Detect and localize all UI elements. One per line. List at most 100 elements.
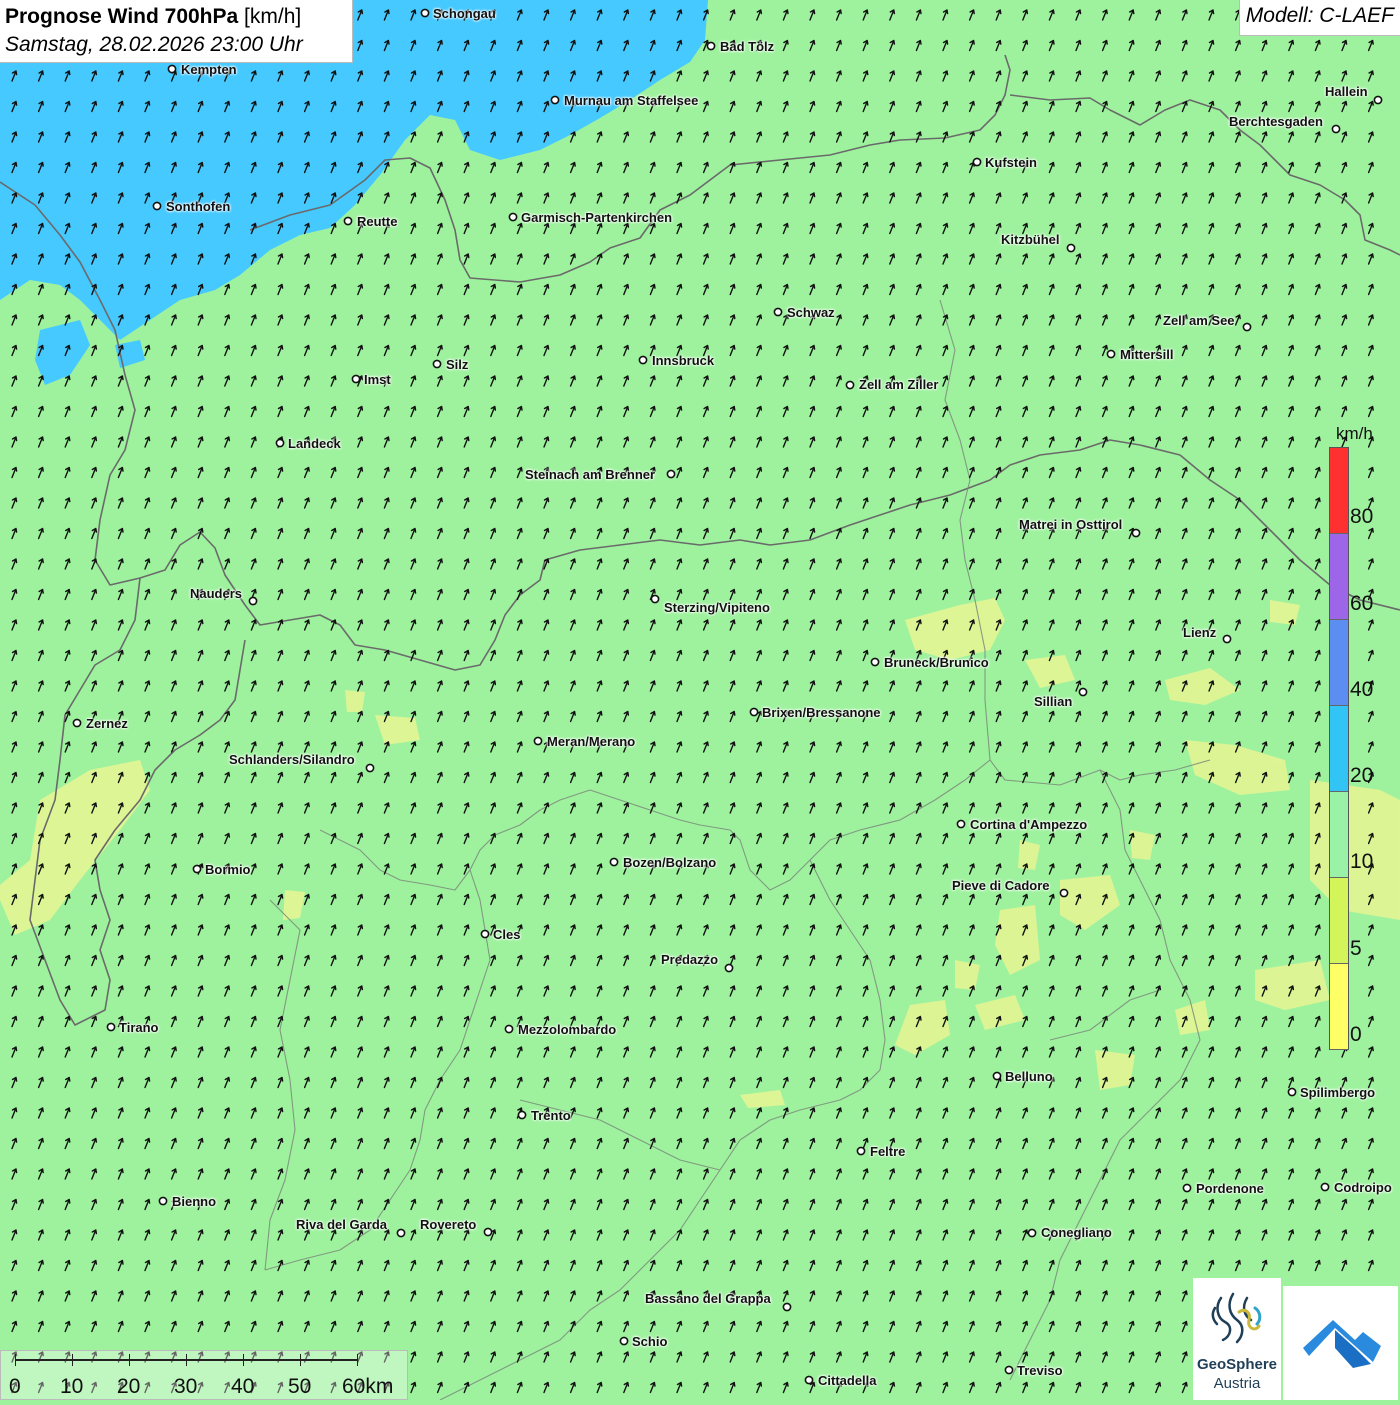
city-label: Tirano xyxy=(119,1020,159,1035)
legend-color-step xyxy=(1330,964,1348,1050)
model-label: Modell: C-LAEF xyxy=(1238,0,1400,36)
city-marker xyxy=(106,1022,116,1032)
city-marker xyxy=(396,1228,406,1238)
city-marker xyxy=(650,594,660,604)
city-label: Belluno xyxy=(1005,1069,1053,1084)
scale-tick xyxy=(186,1354,187,1366)
city-label: Cles xyxy=(493,927,521,942)
scale-label: 50 xyxy=(288,1375,312,1398)
city-marker xyxy=(856,1146,866,1156)
city-marker xyxy=(1066,243,1076,253)
city-marker xyxy=(351,374,361,384)
city-label: Trento xyxy=(531,1108,571,1123)
legend-color-step xyxy=(1330,620,1348,706)
city-label: Kitzbühel xyxy=(1001,232,1060,247)
city-label: Landeck xyxy=(288,436,341,451)
city-marker xyxy=(508,212,518,222)
city-label: Berchtesgaden xyxy=(1229,114,1323,129)
city-marker xyxy=(432,359,442,369)
city-marker xyxy=(1027,1228,1037,1238)
legend-color-step xyxy=(1330,878,1348,964)
scale-bar: 0 10 20 30 40 50 60km xyxy=(0,1350,408,1400)
city-marker xyxy=(1106,349,1116,359)
geosphere-sub: Austria xyxy=(1213,1375,1261,1392)
weather-app-logo[interactable] xyxy=(1283,1286,1398,1400)
legend-color-step xyxy=(1330,448,1348,534)
city-label: Mittersill xyxy=(1120,347,1174,362)
city-label: Cortina d'Ampezzo xyxy=(970,817,1088,832)
city-label: Riva del Garda xyxy=(296,1217,388,1232)
legend-color-step xyxy=(1330,792,1348,878)
city-marker xyxy=(1078,687,1088,697)
city-label: Zernez xyxy=(86,716,128,731)
city-marker xyxy=(724,963,734,973)
city-label: Zell am See xyxy=(1163,313,1235,328)
city-marker xyxy=(343,216,353,226)
city-label: Schwaz xyxy=(787,305,835,320)
city-label: Spilimbergo xyxy=(1300,1085,1376,1100)
legend-tick-label: 5 xyxy=(1350,937,1362,960)
city-marker xyxy=(1131,528,1141,538)
city-label: Brixen/Bressanone xyxy=(762,705,881,720)
city-label: Mezzolombardo xyxy=(518,1022,617,1037)
city-marker xyxy=(152,201,162,211)
scale-tick xyxy=(300,1354,301,1366)
city-label: Kufstein xyxy=(985,155,1037,170)
city-marker xyxy=(1287,1087,1297,1097)
legend-tick-label: 80 xyxy=(1350,505,1374,528)
city-label: Schio xyxy=(632,1334,668,1349)
legend-color-step xyxy=(1330,706,1348,792)
city-label: Sonthofen xyxy=(166,199,231,214)
scale-label: 0 xyxy=(9,1375,21,1398)
legend-colorbar xyxy=(1329,447,1349,1050)
city-marker xyxy=(1059,888,1069,898)
city-label: Feltre xyxy=(870,1144,906,1159)
scale-label: 60km xyxy=(342,1375,394,1398)
city-marker xyxy=(1373,95,1383,105)
scale-tick xyxy=(243,1354,244,1366)
city-label: Bormio xyxy=(205,862,251,877)
city-marker xyxy=(609,857,619,867)
city-marker xyxy=(420,8,430,18)
city-label: Innsbruck xyxy=(652,353,715,368)
city-marker xyxy=(275,438,285,448)
city-label: Hallein xyxy=(1325,84,1368,99)
city-label: Meran/Merano xyxy=(547,734,636,749)
city-label: Matrei in Osttirol xyxy=(1019,517,1123,532)
legend-unit: km/h xyxy=(1336,424,1373,443)
city-label: Imst xyxy=(364,372,391,387)
city-label: Conegliano xyxy=(1041,1225,1112,1240)
city-label: Zell am Ziller xyxy=(859,377,939,392)
scale-label: 30 xyxy=(174,1375,198,1398)
city-label: Pordenone xyxy=(1196,1181,1264,1196)
legend-color-step xyxy=(1330,534,1348,620)
city-label: Lienz xyxy=(1183,625,1217,640)
city-label: Codroipo xyxy=(1334,1180,1392,1195)
city-label: Bienno xyxy=(172,1194,217,1209)
city-label: Bassano del Grappa xyxy=(645,1291,771,1306)
city-marker xyxy=(804,1375,814,1385)
city-marker xyxy=(666,469,676,479)
scale-label: 20 xyxy=(117,1375,141,1398)
city-label: Bad Tölz xyxy=(720,39,775,54)
city-label: Nauders xyxy=(190,586,243,601)
city-marker xyxy=(483,1227,493,1237)
city-marker xyxy=(773,307,783,317)
legend-tick-label: 0 xyxy=(1350,1023,1362,1046)
city-label: Schongau xyxy=(433,6,496,21)
city-marker xyxy=(533,736,543,746)
city-marker xyxy=(550,95,560,105)
city-marker xyxy=(845,380,855,390)
legend-tick-label: 40 xyxy=(1350,678,1374,701)
mountain-cloud-icon xyxy=(1303,1320,1381,1368)
legend-tick-label: 10 xyxy=(1350,850,1374,873)
city-marker xyxy=(167,64,177,74)
city-label: Murnau am Staffelsee xyxy=(564,93,699,108)
city-marker xyxy=(619,1336,629,1346)
forecast-title-main: Prognose Wind 700hPa xyxy=(5,5,239,28)
geosphere-logo[interactable]: GeoSphere Austria xyxy=(1193,1278,1281,1400)
city-marker xyxy=(1004,1365,1014,1375)
city-label: Sterzing/Vipiteno xyxy=(664,600,770,615)
city-label: Bozen/Bolzano xyxy=(623,855,717,870)
forecast-title-box: Prognose Wind 700hPa [km/h] Samstag, 28.… xyxy=(0,0,353,63)
